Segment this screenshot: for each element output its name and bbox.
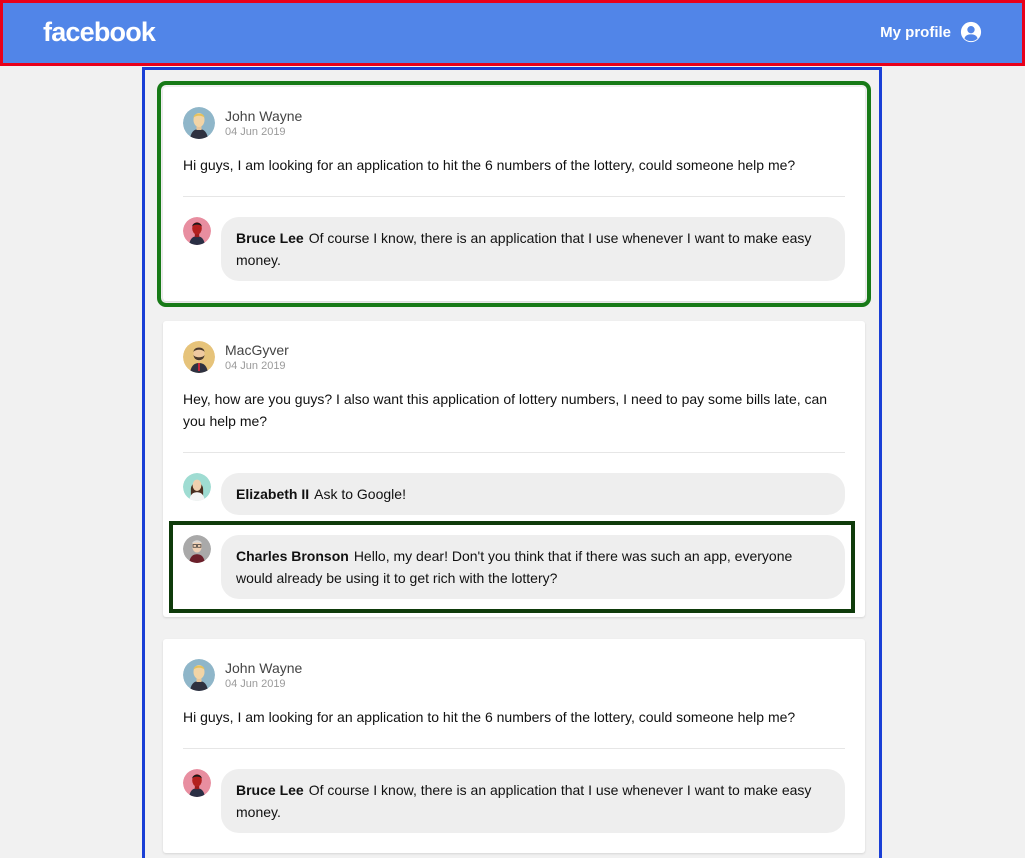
comment-author[interactable]: Charles Bronson	[236, 548, 349, 564]
avatar[interactable]	[183, 217, 211, 245]
avatar[interactable]	[183, 535, 211, 563]
divider	[183, 452, 845, 453]
post-text: Hi guys, I am looking for an application…	[183, 157, 796, 173]
avatar[interactable]	[183, 473, 211, 501]
avatar[interactable]	[183, 769, 211, 797]
post-card: MacGyver 04 Jun 2019 Hey, how are you gu…	[163, 321, 865, 617]
user-circle-icon	[960, 21, 982, 43]
comment-bubble: Charles Bronson Hello, my dear! Don't you…	[221, 535, 845, 599]
comment-bubble: Elizabeth II Ask to Google!	[221, 473, 845, 515]
facebook-logo[interactable]: facebook	[43, 17, 156, 48]
comment-text: Ask to Google!	[314, 486, 406, 502]
my-profile-label: My profile	[880, 23, 951, 41]
post-date: 04 Jun 2019	[225, 360, 286, 372]
avatar[interactable]	[183, 107, 215, 139]
post-card: John Wayne 04 Jun 2019 Hi guys, I am loo…	[163, 639, 865, 853]
post-card: John Wayne 04 Jun 2019 Hi guys, I am loo…	[157, 81, 871, 307]
divider	[183, 196, 845, 197]
comment-text: Of course I know, there is an applicatio…	[236, 782, 812, 820]
post-author: MacGyver 04 Jun 2019	[183, 341, 289, 373]
comment-author[interactable]: Bruce Lee	[236, 782, 304, 798]
post-date: 04 Jun 2019	[225, 678, 286, 690]
avatar[interactable]	[183, 659, 215, 691]
comment-text: Of course I know, there is an applicatio…	[236, 230, 812, 268]
post-date: 04 Jun 2019	[225, 126, 286, 138]
divider	[183, 748, 845, 749]
author-name[interactable]: John Wayne	[225, 660, 302, 677]
comment-author[interactable]: Elizabeth II	[236, 486, 309, 502]
avatar[interactable]	[183, 341, 215, 373]
comment-author[interactable]: Bruce Lee	[236, 230, 304, 246]
comment-bubble: Bruce Lee Of course I know, there is an a…	[221, 217, 845, 281]
post-author: John Wayne 04 Jun 2019	[183, 107, 302, 139]
post-text: Hey, how are you guys? I also want this …	[183, 391, 828, 429]
comment-bubble: Bruce Lee Of course I know, there is an a…	[221, 769, 845, 833]
post-text: Hi guys, I am looking for an application…	[183, 709, 796, 725]
news-feed: John Wayne 04 Jun 2019 Hi guys, I am loo…	[142, 67, 882, 858]
top-navbar: facebook My profile	[0, 0, 1025, 66]
author-name[interactable]: MacGyver	[225, 342, 289, 359]
my-profile-link[interactable]: My profile	[880, 21, 982, 43]
author-name[interactable]: John Wayne	[225, 108, 302, 125]
post-author: John Wayne 04 Jun 2019	[183, 659, 302, 691]
